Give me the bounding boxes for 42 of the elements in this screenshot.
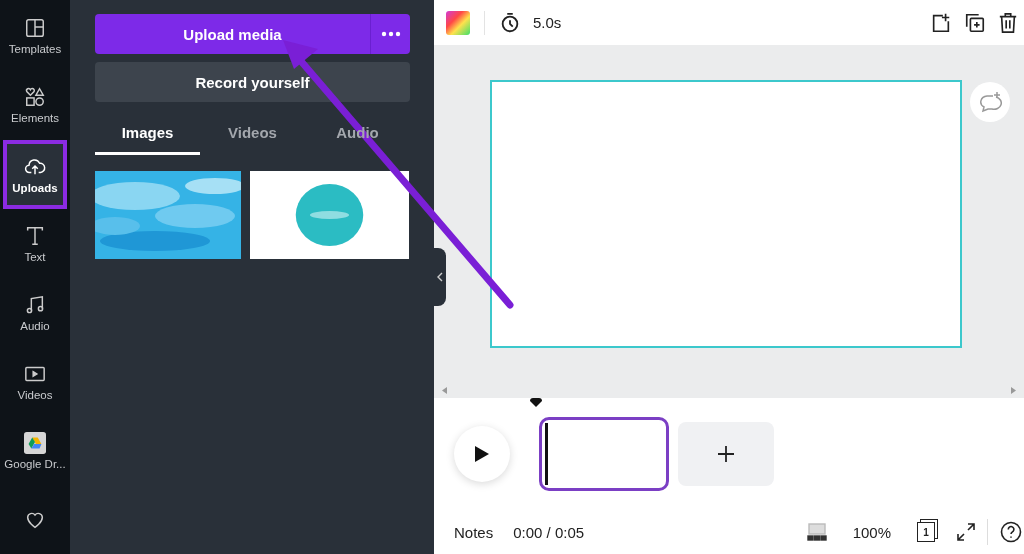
text-icon [24, 224, 46, 247]
timer-icon[interactable] [499, 11, 521, 34]
scroll-right-icon [1011, 386, 1016, 394]
play-icon [473, 445, 490, 463]
upload-media-button[interactable]: Upload media [95, 14, 370, 54]
color-palette-icon[interactable] [446, 10, 470, 35]
grid-view-icon[interactable] [806, 523, 827, 541]
sidebar-item[interactable]: Elements [0, 70, 70, 140]
add-comment-button[interactable] [970, 82, 1010, 122]
page-thumbnail[interactable] [539, 417, 669, 491]
duplicate-icon[interactable] [964, 11, 986, 34]
music-note-icon [24, 293, 46, 316]
playhead-marker[interactable] [530, 398, 542, 407]
play-button[interactable] [454, 426, 510, 482]
drive-icon [24, 431, 46, 454]
collapse-handle[interactable] [434, 248, 446, 306]
sidebar-item[interactable]: Text [0, 209, 70, 279]
sidebar-item[interactable]: Uploads [3, 139, 67, 210]
sidebar-item[interactable]: Templates [0, 2, 70, 71]
chevron-left-icon [437, 272, 443, 282]
scroll-left-icon [442, 386, 447, 394]
tab[interactable]: Images [95, 114, 200, 155]
fullscreen-icon[interactable] [957, 523, 975, 541]
add-page-icon[interactable] [930, 11, 952, 34]
page-count-button[interactable]: 1 [917, 522, 935, 542]
layout-icon [24, 17, 46, 40]
sidebar-item[interactable]: Audio [0, 278, 70, 348]
tab[interactable]: Videos [200, 114, 305, 155]
notes-button[interactable]: Notes [454, 523, 494, 541]
zoom-level[interactable]: 100% [852, 523, 891, 541]
sidebar-item[interactable]: Videos [0, 347, 70, 417]
record-yourself-button[interactable]: Record yourself [95, 62, 410, 102]
help-icon[interactable] [1000, 521, 1022, 543]
more-icon [380, 31, 401, 37]
plus-icon [718, 446, 734, 462]
shapes-icon [24, 86, 46, 109]
trash-icon[interactable] [998, 11, 1018, 34]
more-button[interactable] [370, 14, 410, 54]
sidebar-item[interactable]: Google Dr... [0, 416, 70, 486]
playback-time: 0:00 / 0:05 [513, 523, 585, 541]
duration-label[interactable]: 5.0s [533, 14, 562, 31]
comment-icon [978, 91, 1002, 113]
